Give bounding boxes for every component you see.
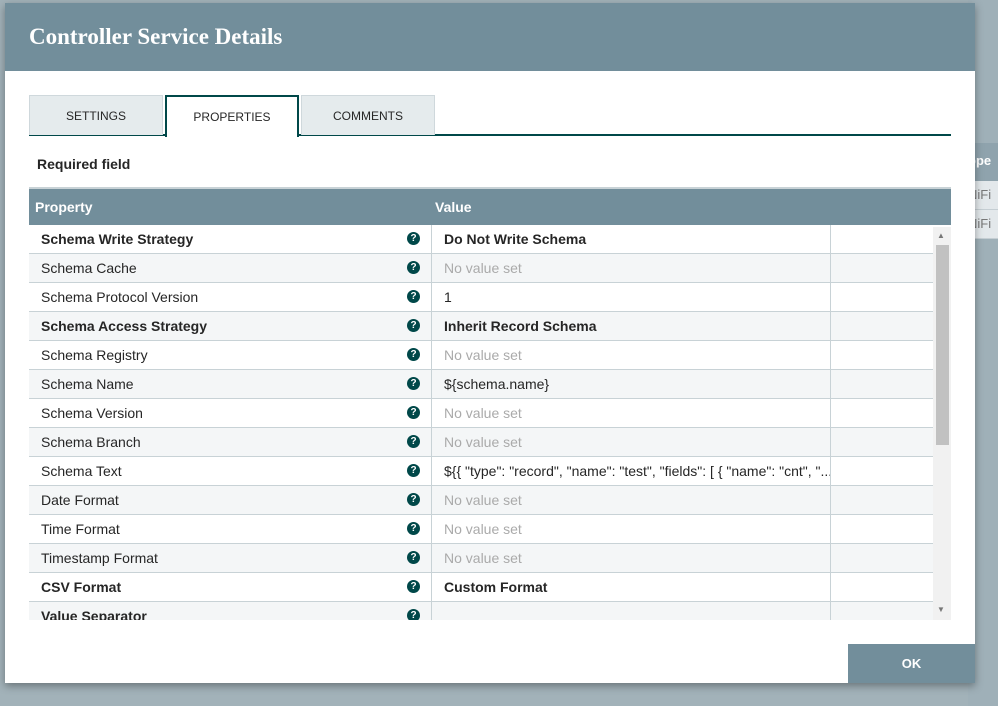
tab-properties[interactable]: PROPERTIES — [165, 95, 299, 137]
help-icon[interactable]: ? — [407, 261, 420, 274]
column-header-property: Property — [35, 199, 93, 215]
property-value[interactable]: No value set — [431, 254, 831, 282]
property-value[interactable]: No value set — [431, 428, 831, 456]
help-icon[interactable]: ? — [407, 609, 420, 620]
controller-service-dialog: Controller Service Details SETTINGS PROP… — [5, 3, 975, 683]
help-icon[interactable]: ? — [407, 406, 420, 419]
property-name: Schema Text — [41, 463, 122, 479]
property-value[interactable]: No value set — [431, 486, 831, 514]
table-row[interactable]: Schema Access Strategy ? Inherit Record … — [29, 312, 951, 341]
table-row[interactable]: Schema Registry ? No value set — [29, 341, 951, 370]
property-name: Timestamp Format — [41, 550, 158, 566]
help-icon[interactable]: ? — [407, 435, 420, 448]
help-icon[interactable]: ? — [407, 348, 420, 361]
property-value[interactable]: No value set — [431, 341, 831, 369]
table-row[interactable]: Timestamp Format ? No value set — [29, 544, 951, 573]
table-row[interactable]: Schema Write Strategy ? Do Not Write Sch… — [29, 225, 951, 254]
column-header-value: Value — [435, 199, 472, 215]
property-value[interactable]: No value set — [431, 515, 831, 543]
property-value[interactable]: No value set — [431, 544, 831, 572]
table-row[interactable]: Time Format ? No value set — [29, 515, 951, 544]
property-value[interactable] — [431, 602, 831, 620]
property-name: Value Separator — [41, 608, 147, 620]
tab-comments[interactable]: COMMENTS — [301, 95, 435, 135]
help-icon[interactable]: ? — [407, 464, 420, 477]
property-name: Schema Version — [41, 405, 143, 421]
property-name: Schema Branch — [41, 434, 141, 450]
property-value[interactable]: No value set — [431, 399, 831, 427]
required-field-label: Required field — [37, 156, 131, 172]
table-row[interactable]: Schema Cache ? No value set — [29, 254, 951, 283]
properties-table: Property Value Schema Write Strategy ? D… — [29, 187, 951, 620]
property-value[interactable]: Do Not Write Schema — [431, 225, 831, 253]
table-row[interactable]: Date Format ? No value set — [29, 486, 951, 515]
help-icon[interactable]: ? — [407, 493, 420, 506]
property-name: Time Format — [41, 521, 120, 537]
help-icon[interactable]: ? — [407, 580, 420, 593]
table-row[interactable]: Schema Name ? ${schema.name} — [29, 370, 951, 399]
tab-settings[interactable]: SETTINGS — [29, 95, 163, 135]
table-row[interactable]: Value Separator ? — [29, 602, 951, 620]
dialog-title: Controller Service Details — [5, 3, 975, 71]
table-row[interactable]: Schema Protocol Version ? 1 — [29, 283, 951, 312]
tab-bar: SETTINGS PROPERTIES COMMENTS — [29, 95, 951, 137]
property-name: Schema Access Strategy — [41, 318, 208, 334]
help-icon[interactable]: ? — [407, 319, 420, 332]
table-header: Property Value — [29, 187, 951, 225]
help-icon[interactable]: ? — [407, 377, 420, 390]
property-name: CSV Format — [41, 579, 122, 595]
table-body: Schema Write Strategy ? Do Not Write Sch… — [29, 225, 951, 620]
table-row[interactable]: CSV Format ? Custom Format — [29, 573, 951, 602]
scrollbar-thumb[interactable] — [936, 245, 949, 445]
property-name: Date Format — [41, 492, 119, 508]
property-value[interactable]: Custom Format — [431, 573, 831, 601]
property-value[interactable]: ${{ "type": "record", "name": "test", "f… — [431, 457, 831, 485]
table-row[interactable]: Schema Text ? ${{ "type": "record", "nam… — [29, 457, 951, 486]
help-icon[interactable]: ? — [407, 522, 420, 535]
property-value[interactable]: ${schema.name} — [431, 370, 831, 398]
property-name: Schema Protocol Version — [41, 289, 199, 305]
help-icon[interactable]: ? — [407, 232, 420, 245]
property-name: Schema Write Strategy — [41, 231, 194, 247]
table-row[interactable]: Schema Version ? No value set — [29, 399, 951, 428]
property-name: Schema Registry — [41, 347, 148, 363]
property-value[interactable]: 1 — [431, 283, 831, 311]
ok-button[interactable]: OK — [848, 644, 975, 683]
property-name: Schema Name — [41, 376, 134, 392]
scroll-down-icon[interactable]: ▼ — [937, 605, 945, 614]
help-icon[interactable]: ? — [407, 290, 420, 303]
scroll-up-icon[interactable]: ▲ — [937, 231, 945, 240]
property-name: Schema Cache — [41, 260, 137, 276]
table-row[interactable]: Schema Branch ? No value set — [29, 428, 951, 457]
property-value[interactable]: Inherit Record Schema — [431, 312, 831, 340]
scrollbar[interactable]: ▲ ▼ — [933, 227, 951, 620]
help-icon[interactable]: ? — [407, 551, 420, 564]
